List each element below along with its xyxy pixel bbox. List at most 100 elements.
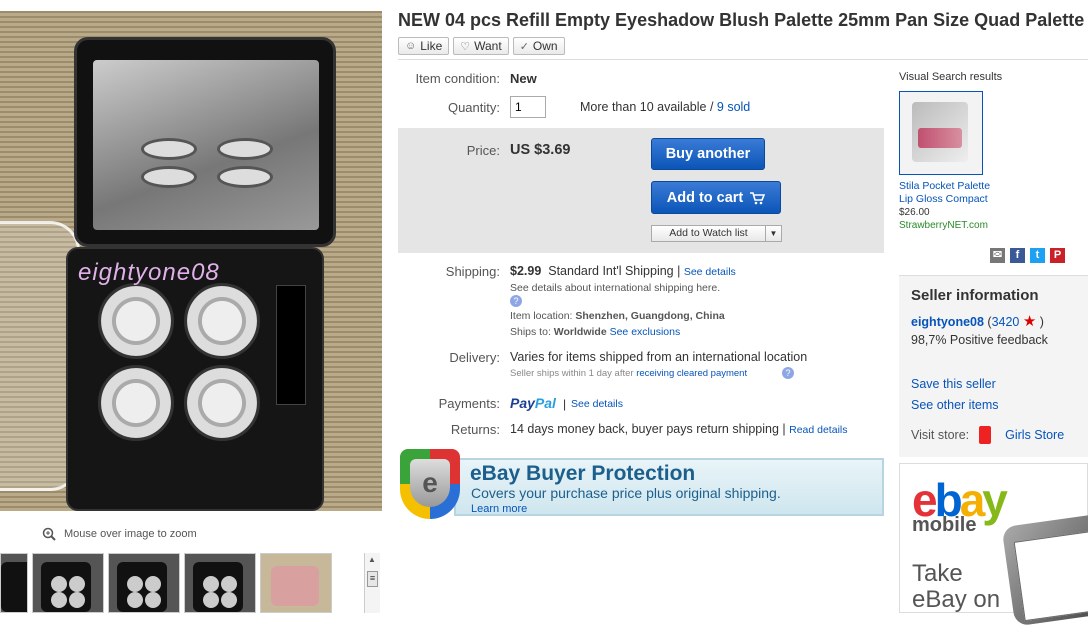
thumbnail[interactable]: [0, 553, 28, 613]
ad-tagline: Take eBay on: [912, 561, 1000, 613]
watch-label: Add to Watch list: [669, 227, 748, 239]
visual-search-item-link[interactable]: Stila Pocket Palette Lip Gloss Compact: [899, 180, 990, 206]
vs-name-line1: Stila Pocket Palette: [899, 180, 991, 192]
title-divider: [398, 59, 1088, 60]
visual-search-title: Visual Search results: [899, 71, 1003, 83]
reflection-pan: [141, 138, 197, 160]
chevron-down-icon[interactable]: ▼: [765, 226, 781, 241]
item-location: Item location: Shenzhen, Guangdong, Chin…: [510, 310, 725, 322]
ships-to-label: Ships to:: [510, 326, 554, 338]
watermark: eightyone08: [78, 259, 220, 286]
ad-tagline-1: Take: [912, 560, 963, 587]
store-icon: [979, 426, 992, 444]
shipping-service: Standard Int'l Shipping |: [548, 264, 684, 278]
paypal-logo: PayPal: [510, 395, 556, 411]
quantity-input[interactable]: [510, 96, 546, 118]
empty-pan: [184, 283, 260, 359]
ad-mobile-text: mobile: [912, 514, 977, 536]
positive-feedback: 98,7% Positive feedback: [911, 333, 1048, 347]
quantity-label: Quantity:: [447, 100, 500, 115]
paypal-pay: Pay: [510, 395, 535, 411]
main-product-image[interactable]: eightyone08: [0, 11, 382, 511]
intl-shipping-note: See details about international shipping…: [510, 282, 721, 294]
buy-another-button[interactable]: Buy another: [651, 138, 765, 170]
add-to-cart-button[interactable]: Add to cart: [651, 181, 781, 214]
location-label: Item location:: [510, 310, 576, 322]
help-icon[interactable]: ?: [782, 367, 794, 379]
returns-value: 14 days money back, buyer pays return sh…: [510, 422, 847, 436]
reflection-pan: [217, 138, 273, 160]
store-link[interactable]: Girls Store: [1005, 428, 1064, 442]
thumbnail-scrollbar[interactable]: ▲ ≡: [364, 553, 380, 613]
payments-separator: |: [563, 397, 567, 411]
ships-to: Ships to: Worldwide See exclusions: [510, 326, 680, 338]
other-items-link[interactable]: See other items: [911, 398, 999, 412]
empty-pan: [184, 365, 260, 441]
visit-store-label: Visit store:: [911, 428, 970, 442]
price-value: US $3.69: [510, 142, 571, 158]
shield-icon: e: [400, 449, 460, 519]
own-label: Own: [532, 39, 558, 53]
payments-details-link[interactable]: See details: [571, 398, 623, 410]
scroll-thumb[interactable]: ≡: [367, 571, 378, 587]
cart-label: Add to cart: [666, 189, 744, 206]
save-seller-link[interactable]: Save this seller: [911, 377, 996, 391]
applicator-slot: [276, 285, 306, 405]
protection-subtitle: Covers your purchase price plus original…: [471, 485, 781, 501]
delivery-sub-text: Seller ships within 1 day after: [510, 368, 637, 379]
item-title: NEW 04 pcs Refill Empty Eyeshadow Blush …: [398, 10, 1085, 30]
seller-name-link[interactable]: eightyone08: [911, 315, 984, 329]
cleared-payment-link[interactable]: receiving cleared payment: [636, 368, 747, 379]
email-icon[interactable]: ✉: [990, 248, 1005, 263]
ships-to-value: Worldwide: [553, 326, 607, 338]
returns-label: Returns:: [450, 422, 500, 437]
sold-link[interactable]: 9 sold: [717, 100, 750, 114]
feedback-score-link[interactable]: 3420: [992, 315, 1020, 329]
twitter-icon[interactable]: t: [1030, 248, 1045, 263]
add-to-watch-list-button[interactable]: Add to Watch list ▼: [651, 225, 782, 242]
empty-pan: [98, 365, 174, 441]
learn-more-link[interactable]: Learn more: [471, 503, 527, 515]
shipping-details-link[interactable]: See details: [684, 266, 736, 278]
facebook-icon[interactable]: f: [1010, 248, 1025, 263]
thumbnail[interactable]: [32, 553, 104, 613]
pinterest-icon[interactable]: P: [1050, 248, 1065, 263]
like-label: Like: [420, 39, 443, 53]
zoom-hint: Mouse over image to zoom: [42, 527, 197, 541]
availability: More than 10 available / 9 sold: [580, 100, 750, 114]
visual-search-store[interactable]: StrawberryNET.com: [899, 220, 988, 231]
shipping-cost-row: $2.99 Standard Int'l Shipping | See deta…: [510, 264, 736, 278]
scroll-up-icon[interactable]: ▲: [368, 555, 376, 564]
zoom-hint-text: Mouse over image to zoom: [64, 528, 197, 540]
price-label: Price:: [466, 143, 500, 158]
condition-value: New: [510, 71, 537, 86]
thumbnail[interactable]: [260, 553, 332, 613]
seller-score-open: (: [983, 315, 992, 329]
visual-search-price: $26.00: [899, 207, 930, 218]
visit-store-row: Visit store: Girls Store: [911, 426, 1064, 444]
want-label: Want: [474, 39, 502, 53]
availability-text: More than 10 available /: [580, 100, 717, 114]
seller-score-close: ): [1036, 315, 1044, 329]
social-buttons: ☺ Like ♡ Want ✓ Own: [398, 37, 565, 55]
empty-pan: [98, 283, 174, 359]
condition-label: Item condition:: [415, 71, 500, 86]
palette-lid: [74, 37, 336, 247]
thumbnail[interactable]: [184, 553, 256, 613]
like-button[interactable]: ☺ Like: [398, 37, 450, 55]
location-value: Shenzhen, Guangdong, China: [575, 310, 725, 322]
want-button[interactable]: ♡ Want: [453, 37, 509, 55]
exclusions-link[interactable]: See exclusions: [610, 326, 681, 338]
delivery-sub: Seller ships within 1 day after receivin…: [510, 368, 747, 379]
own-button[interactable]: ✓ Own: [512, 37, 565, 55]
star-icon: ★: [1022, 313, 1037, 330]
seller-info-title: Seller information: [911, 287, 1039, 304]
returns-details-link[interactable]: Read details: [789, 424, 847, 436]
reflection-pan: [217, 166, 273, 188]
vs-name-line2: Lip Gloss Compact: [899, 193, 988, 205]
cart-icon: [750, 191, 766, 204]
help-icon[interactable]: ?: [510, 295, 522, 307]
thumbnail[interactable]: [108, 553, 180, 613]
visual-search-image[interactable]: [899, 91, 983, 175]
delivery-value: Varies for items shipped from an interna…: [510, 350, 808, 364]
